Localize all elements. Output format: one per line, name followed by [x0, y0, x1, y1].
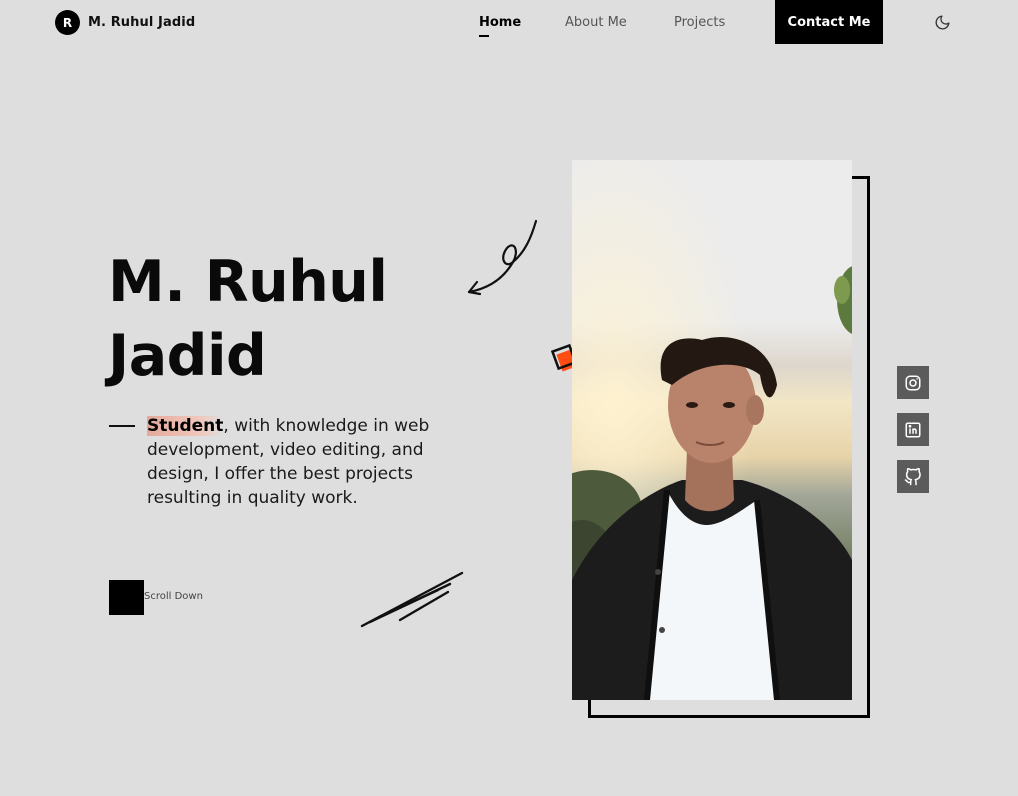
- logo-badge: R: [55, 10, 80, 35]
- highlight-word: Student: [147, 416, 224, 436]
- logo[interactable]: R M. Ruhul Jadid: [55, 10, 195, 35]
- scroll-down-label: Scroll Down: [144, 591, 203, 602]
- nav-projects[interactable]: Projects: [674, 15, 725, 30]
- curly-arrow-icon: [467, 219, 538, 296]
- profile-photo: [572, 160, 852, 700]
- page: R M. Ruhul Jadid Home About Me Projects …: [0, 0, 1018, 796]
- hero-title-line1: M. Ruhul: [108, 249, 388, 315]
- github-icon[interactable]: [897, 460, 929, 493]
- scribble-icon: [360, 571, 464, 628]
- hero-title: M. Ruhul Jadid: [108, 245, 468, 393]
- instagram-icon[interactable]: [897, 366, 929, 399]
- linkedin-icon[interactable]: [897, 413, 929, 446]
- hero-title-line2: Jadid: [108, 323, 267, 389]
- logo-name: M. Ruhul Jadid: [88, 15, 196, 30]
- nav-about-me[interactable]: About Me: [565, 15, 627, 30]
- moon-icon[interactable]: [934, 14, 951, 31]
- nav-home[interactable]: Home: [479, 15, 521, 30]
- hero-description: Student, with knowledge in web developme…: [147, 414, 447, 510]
- contact-me-button[interactable]: Contact Me: [775, 0, 883, 44]
- description-dash: [109, 425, 135, 427]
- scroll-down-button[interactable]: [109, 580, 144, 615]
- nav-active-indicator: [479, 35, 489, 37]
